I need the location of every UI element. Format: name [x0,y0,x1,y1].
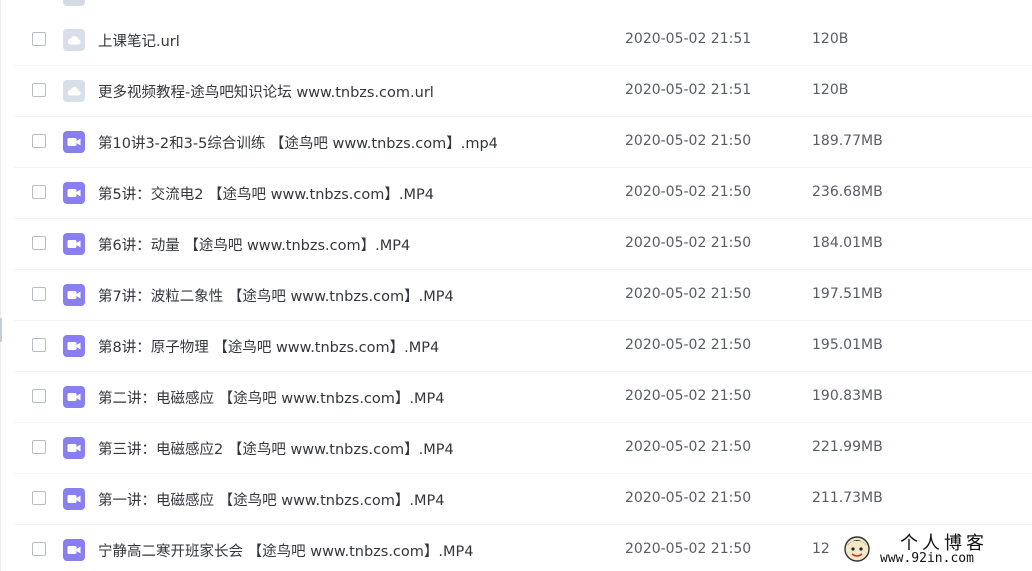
video-icon [63,488,85,510]
file-row[interactable]: 第5讲：交流电2 【途鸟吧 www.tnbzs.com】.MP4 2020-05-… [14,168,1032,219]
row-checkbox[interactable] [32,389,46,403]
row-checkbox[interactable] [32,32,46,46]
file-modified-date: 2020-05-02 21:50 [625,337,752,353]
file-name-link[interactable]: 第6讲：动量 【途鸟吧 www.tnbzs.com】.MP4 [98,234,410,255]
file-size: 211.73MB [812,490,883,506]
row-checkbox[interactable] [32,440,46,454]
file-modified-date: 2020-05-02 21:50 [625,184,752,200]
file-name-link[interactable]: 第10讲3-2和3-5综合训练 【途鸟吧 www.tnbzs.com】.mp4 [98,132,498,153]
file-size: 120B [812,31,849,47]
panel-divider [0,0,1,571]
partial-row-above [14,0,1032,15]
file-list: 上课笔记.url 2020-05-02 21:51 120B 更多视频教程-途鸟吧知识… [14,15,1032,571]
file-modified-date: 2020-05-02 21:50 [625,541,752,557]
file-name-link[interactable]: 第5讲：交流电2 【途鸟吧 www.tnbzs.com】.MP4 [98,183,434,204]
video-icon [63,539,85,561]
row-checkbox[interactable] [32,185,46,199]
file-list-page: 上课笔记.url 2020-05-02 21:51 120B 更多视频教程-途鸟吧知识… [0,0,1032,571]
row-checkbox[interactable] [32,542,46,556]
row-checkbox[interactable] [32,287,46,301]
watermark: 个人博客 www.92in.com [838,529,1032,571]
video-icon [63,335,85,357]
file-row[interactable]: 第10讲3-2和3-5综合训练 【途鸟吧 www.tnbzs.com】.mp4 2… [14,117,1032,168]
file-modified-date: 2020-05-02 21:51 [625,82,752,98]
video-icon [63,437,85,459]
file-name-link[interactable]: 第一讲：电磁感应 【途鸟吧 www.tnbzs.com】.MP4 [98,489,444,510]
video-icon [63,386,85,408]
file-modified-date: 2020-05-02 21:50 [625,388,752,404]
file-name-link[interactable]: 第二讲：电磁感应 【途鸟吧 www.tnbzs.com】.MP4 [98,387,444,408]
row-checkbox[interactable] [32,338,46,352]
file-row[interactable]: 第二讲：电磁感应 【途鸟吧 www.tnbzs.com】.MP4 2020-05-… [14,372,1032,423]
file-row[interactable]: 第一讲：电磁感应 【途鸟吧 www.tnbzs.com】.MP4 2020-05-… [14,474,1032,525]
file-size: 197.51MB [812,286,883,302]
file-size: 120B [812,82,849,98]
file-row[interactable]: 更多视频教程-途鸟吧知识论坛 www.tnbzs.com.url 2020-05-… [14,66,1032,117]
file-row[interactable]: 第三讲：电磁感应2 【途鸟吧 www.tnbzs.com】.MP4 2020-05… [14,423,1032,474]
file-size: 12 [812,541,830,557]
file-modified-date: 2020-05-02 21:50 [625,235,752,251]
file-size: 190.83MB [812,388,883,404]
file-name-link[interactable]: 宁静高二寒开班家长会 【途鸟吧 www.tnbzs.com】.MP4 [98,540,473,561]
file-row[interactable]: 上课笔记.url 2020-05-02 21:51 120B [14,15,1032,66]
file-size: 195.01MB [812,337,883,353]
cloud-icon [63,29,85,51]
video-icon [63,131,85,153]
file-size: 189.77MB [812,133,883,149]
file-name-link[interactable]: 第8讲：原子物理 【途鸟吧 www.tnbzs.com】.MP4 [98,336,439,357]
watermark-url: www.92in.com [880,551,974,566]
file-row[interactable]: 第6讲：动量 【途鸟吧 www.tnbzs.com】.MP4 2020-05-02… [14,219,1032,270]
resize-handle[interactable] [0,318,2,342]
file-row[interactable]: 第7讲：波粒二象性 【途鸟吧 www.tnbzs.com】.MP4 2020-05… [14,270,1032,321]
cloud-icon [63,80,85,102]
row-checkbox[interactable] [32,236,46,250]
file-modified-date: 2020-05-02 21:50 [625,490,752,506]
partial-file-icon [63,0,85,6]
row-checkbox[interactable] [32,491,46,505]
file-modified-date: 2020-05-02 21:50 [625,133,752,149]
file-name-link[interactable]: 第7讲：波粒二象性 【途鸟吧 www.tnbzs.com】.MP4 [98,285,454,306]
file-name-link[interactable]: 第三讲：电磁感应2 【途鸟吧 www.tnbzs.com】.MP4 [98,438,454,459]
blog-logo-icon [844,536,870,562]
file-modified-date: 2020-05-02 21:50 [625,286,752,302]
row-checkbox[interactable] [32,83,46,97]
file-modified-date: 2020-05-02 21:50 [625,439,752,455]
file-size: 184.01MB [812,235,883,251]
file-row[interactable]: 第8讲：原子物理 【途鸟吧 www.tnbzs.com】.MP4 2020-05-… [14,321,1032,372]
file-size: 236.68MB [812,184,883,200]
video-icon [63,284,85,306]
row-checkbox[interactable] [32,134,46,148]
video-icon [63,182,85,204]
file-size: 221.99MB [812,439,883,455]
file-modified-date: 2020-05-02 21:51 [625,31,752,47]
file-name-link[interactable]: 更多视频教程-途鸟吧知识论坛 www.tnbzs.com.url [98,81,434,102]
video-icon [63,233,85,255]
file-name-link[interactable]: 上课笔记.url [98,30,180,51]
